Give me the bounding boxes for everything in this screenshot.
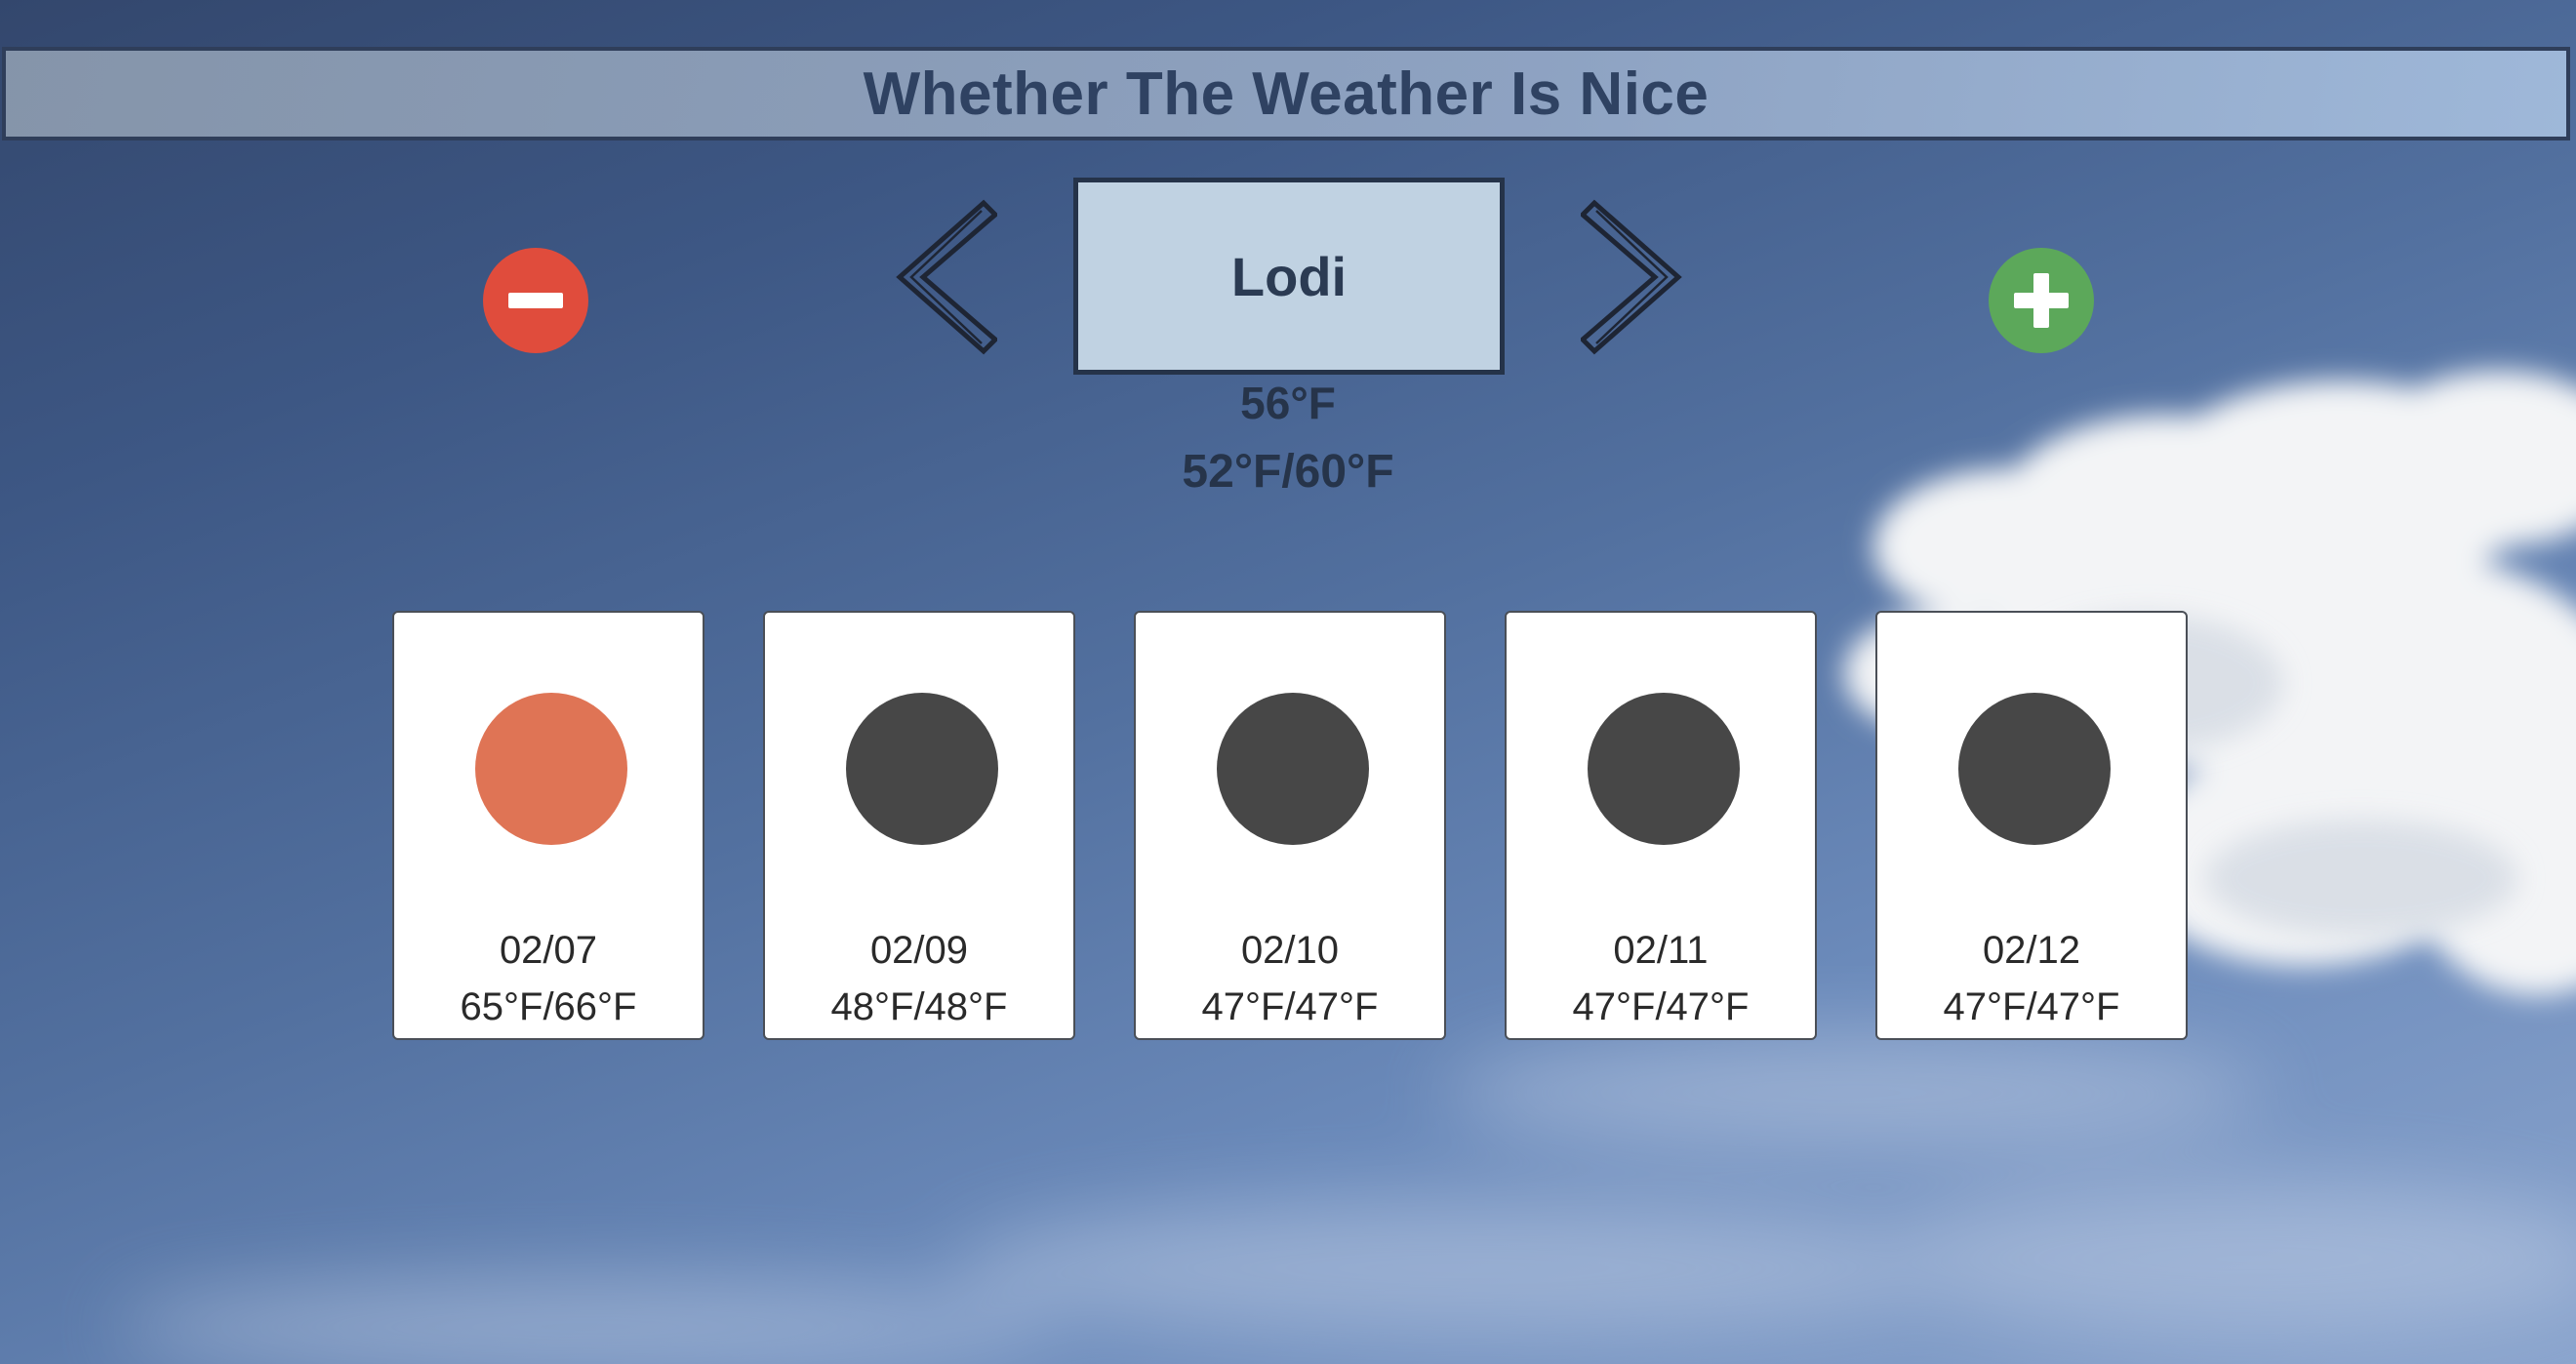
forecast-date: 02/12 (1982, 929, 2081, 972)
current-temperature: 56°F (1240, 378, 1336, 428)
forecast-range: 47°F/47°F (1943, 985, 2120, 1028)
weather-indicator-icon (475, 693, 627, 845)
weather-indicator-icon (1958, 693, 2111, 845)
remove-city-button[interactable] (483, 248, 588, 353)
forecast-date: 02/09 (869, 929, 969, 972)
next-city-button[interactable] (1579, 197, 1682, 357)
forecast-card[interactable]: 02/09 48°F/48°F (763, 611, 1075, 1040)
weather-indicator-icon (1217, 693, 1369, 845)
page-title: Whether The Weather Is Nice (863, 60, 1710, 128)
forecast-card[interactable]: 02/10 47°F/47°F (1134, 611, 1446, 1040)
forecast-range: 47°F/47°F (1572, 985, 1750, 1028)
add-city-button[interactable] (1989, 248, 2094, 353)
weather-indicator-icon (846, 693, 998, 845)
city-display: Lodi (1073, 178, 1505, 375)
forecast-date: 02/11 (1613, 929, 1709, 972)
forecast-date: 02/07 (499, 929, 598, 972)
previous-city-button[interactable] (896, 197, 999, 357)
city-name: Lodi (1230, 245, 1348, 307)
weather-indicator-icon (1588, 693, 1740, 845)
chevron-left-icon (896, 199, 999, 355)
forecast-range: 47°F/47°F (1201, 985, 1379, 1028)
chevron-right-icon (1579, 199, 1682, 355)
forecast-range: 65°F/66°F (460, 985, 637, 1028)
title-bar: Whether The Weather Is Nice (2, 47, 2570, 140)
forecast-range: 48°F/48°F (830, 985, 1008, 1028)
temperature-range: 52°F/60°F (1182, 446, 1394, 498)
forecast-date: 02/10 (1240, 929, 1340, 972)
forecast-card[interactable]: 02/07 65°F/66°F (392, 611, 704, 1040)
forecast-card[interactable]: 02/12 47°F/47°F (1875, 611, 2188, 1040)
forecast-card[interactable]: 02/11 47°F/47°F (1505, 611, 1817, 1040)
